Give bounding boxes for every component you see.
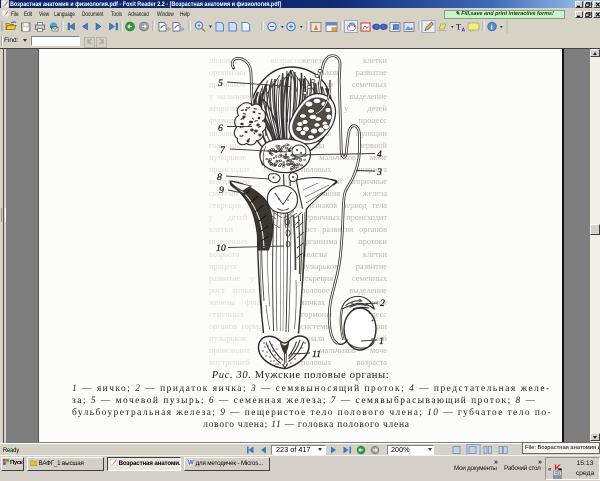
svg-text:11: 11 [312, 349, 321, 360]
svg-text:5: 5 [218, 78, 223, 89]
svg-text:i: i [491, 23, 493, 31]
svg-text:2: 2 [380, 298, 385, 309]
svg-text:W: W [188, 460, 194, 466]
svg-text:1: 1 [379, 336, 384, 347]
svg-text:A: A [462, 28, 466, 34]
svg-text:7: 7 [220, 145, 226, 156]
svg-text:9: 9 [219, 185, 224, 196]
svg-text:3: 3 [376, 167, 382, 178]
svg-text:8: 8 [217, 172, 222, 183]
svg-text:4: 4 [377, 149, 382, 160]
svg-text:6: 6 [218, 123, 223, 134]
svg-text:10: 10 [216, 243, 226, 254]
